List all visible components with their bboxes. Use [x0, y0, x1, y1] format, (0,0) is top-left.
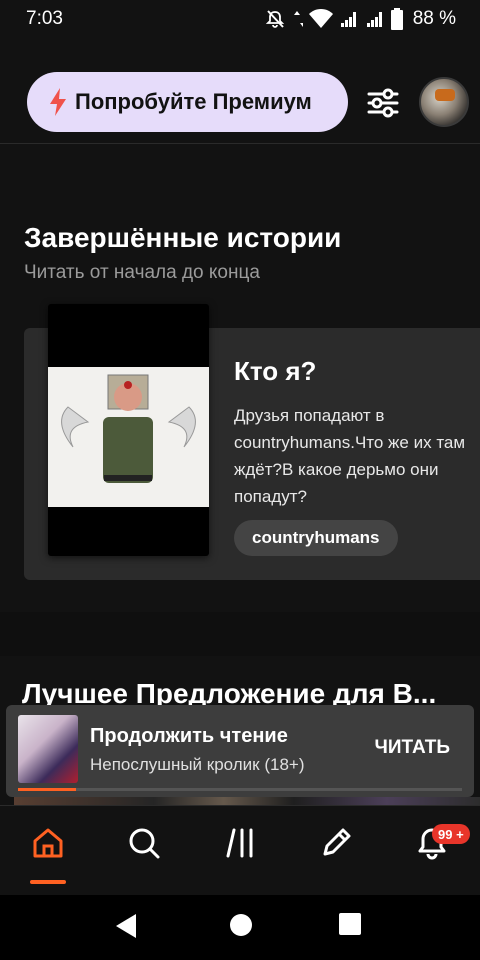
wifi-icon [308, 9, 333, 28]
content-peek-strip [14, 797, 480, 805]
bolt-icon [50, 88, 66, 116]
nav-search[interactable] [116, 826, 172, 882]
home-icon [33, 828, 63, 858]
nav-active-indicator [30, 880, 66, 884]
back-icon[interactable] [114, 913, 138, 939]
section-divider [0, 612, 480, 656]
notifications-badge: 99 + [432, 824, 470, 844]
bottom-navigation: 99 + [0, 805, 480, 895]
status-icons: 88 % [265, 8, 456, 30]
reading-progress-track [18, 788, 462, 791]
section-title-completed: Завершённые истории [24, 222, 342, 253]
battery-percent: 88 % [412, 8, 456, 29]
story-title[interactable]: Кто я? [234, 356, 316, 387]
system-navigation-bar [0, 895, 480, 960]
cover-illustration [48, 367, 209, 507]
try-premium-button[interactable]: Попробуйте Премиум [27, 72, 348, 132]
read-button[interactable]: ЧИТАТЬ [375, 737, 450, 759]
continue-reading-bar[interactable]: Продолжить чтение Непослушный кролик (18… [6, 705, 474, 797]
user-avatar[interactable] [419, 77, 469, 127]
continue-reading-cover [18, 715, 78, 783]
story-cover[interactable] [48, 304, 209, 556]
recents-icon[interactable] [339, 913, 361, 935]
story-description: Друзья попадают в countryhumans.Что же и… [234, 406, 466, 506]
status-time: 7:03 [26, 8, 63, 29]
data-arrows-icon [293, 11, 303, 27]
home-circle-icon[interactable] [229, 913, 253, 937]
section-subtitle-completed: Читать от начала до конца [24, 262, 260, 283]
continue-reading-title: Продолжить чтение [90, 725, 288, 747]
story-tag[interactable]: countryhumans [234, 520, 398, 556]
sliders-icon [367, 88, 399, 118]
signal-icon [366, 12, 382, 27]
nav-library[interactable] [213, 826, 269, 882]
battery-icon [390, 8, 403, 30]
nav-home[interactable] [20, 826, 76, 882]
top-bar: Попробуйте Премиум [0, 60, 480, 144]
filter-button[interactable] [366, 86, 400, 120]
reading-progress-fill [18, 788, 76, 791]
search-icon [129, 828, 160, 859]
signal-icon [340, 12, 356, 27]
library-icon [226, 828, 253, 858]
premium-label: Попробуйте Премиум [75, 89, 312, 114]
notifications-off-icon [265, 10, 284, 28]
nav-write[interactable] [308, 826, 364, 882]
continue-reading-story: Непослушный кролик (18+) [90, 755, 305, 774]
status-bar: 7:03 88 % [0, 0, 480, 38]
write-icon [323, 828, 351, 856]
